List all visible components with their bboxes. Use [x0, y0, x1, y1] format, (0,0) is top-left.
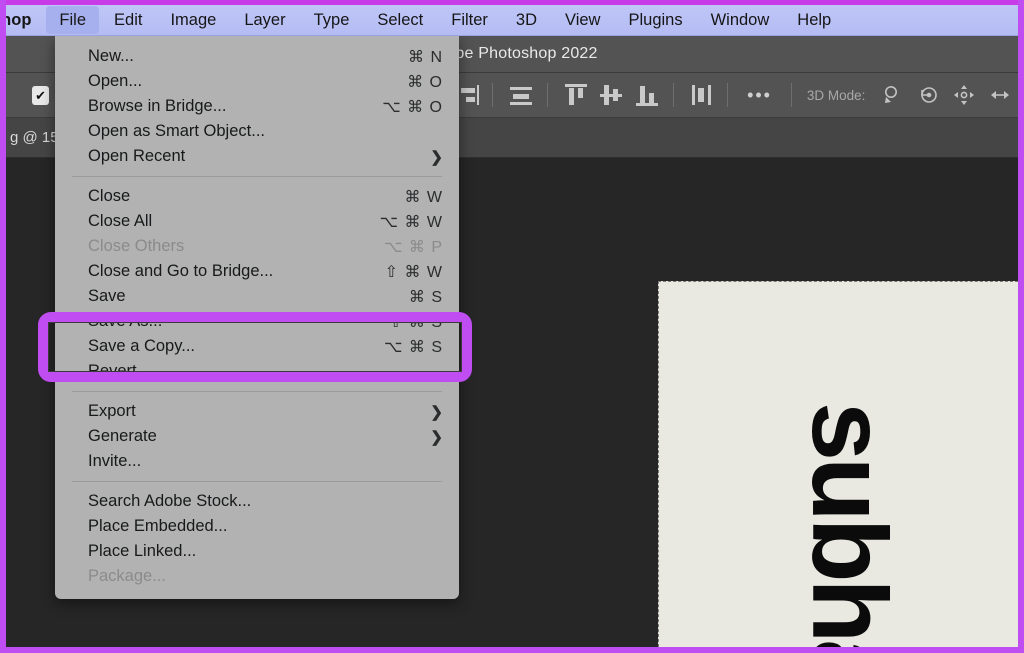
menu-item-label: Save As... [88, 312, 163, 330]
menu-item-label: Open... [88, 72, 143, 90]
menu-item-invite[interactable]: Invite... [55, 449, 459, 474]
menu-separator [72, 481, 442, 482]
menubar-item-type[interactable]: Type [301, 6, 363, 34]
menu-item-export[interactable]: Export ❯ [55, 399, 459, 424]
menu-item-open-as-smart-object[interactable]: Open as Smart Object... [55, 119, 459, 144]
document-tab-label[interactable]: g @ 15 [6, 129, 59, 146]
menu-item-save-a-copy[interactable]: Save a Copy... ⌥ ⌘ S [55, 334, 459, 359]
document-artwork-text: subhal [790, 402, 908, 647]
menu-item-open-recent[interactable]: Open Recent ❯ [55, 144, 459, 169]
menu-item-close[interactable]: Close ⌘ W [55, 184, 459, 209]
3d-rotate-object-icon[interactable] [881, 83, 905, 107]
menu-item-shortcut: ⌥ ⌘ W [379, 213, 443, 231]
options-divider-2 [546, 83, 548, 107]
menu-item-shortcut: ⌘ W [404, 188, 443, 206]
3d-slide-object-icon[interactable] [988, 83, 1012, 107]
menu-item-close-and-go-to-bridge[interactable]: Close and Go to Bridge... ⇧ ⌘ W [55, 259, 459, 284]
menu-item-shortcut: ⇧ ⌘ W [384, 263, 443, 281]
menu-item-label: Open Recent [88, 147, 186, 165]
menu-item-shortcut: ⌘ S [408, 288, 443, 306]
menu-item-place-linked[interactable]: Place Linked... [55, 539, 459, 564]
3d-pan-object-icon[interactable] [953, 83, 977, 107]
distribute-vertically-icon[interactable] [689, 83, 713, 107]
chevron-right-icon: ❯ [430, 148, 443, 166]
menu-item-new[interactable]: New... ⌘ N [55, 44, 459, 69]
menu-item-label: New... [88, 47, 134, 65]
menu-item-label: Close All [88, 212, 153, 230]
menu-item-shortcut: ⇧ ⌘ S [389, 313, 443, 331]
menu-item-label: Place Embedded... [88, 517, 228, 535]
menubar-item-3d[interactable]: 3D [503, 6, 550, 34]
menu-separator [72, 391, 442, 392]
3d-mode-label: 3D Mode: [806, 87, 866, 103]
auto-select-checkbox[interactable]: ✔ [32, 85, 50, 105]
chevron-right-icon: ❯ [430, 428, 443, 446]
menubar-item-photoshop[interactable]: shop [0, 6, 44, 34]
macos-menu-bar: shopFileEditImageLayerTypeSelectFilter3D… [0, 5, 1024, 36]
more-options-icon[interactable]: ••• [747, 86, 772, 104]
menu-item-label: Generate [88, 427, 157, 445]
menu-item-label: Save [88, 287, 126, 305]
menu-item-save-as[interactable]: Save As... ⇧ ⌘ S [55, 309, 459, 334]
menu-item-label: Open as Smart Object... [88, 122, 265, 140]
menubar-item-filter[interactable]: Filter [438, 6, 501, 34]
options-divider-4 [727, 83, 729, 107]
file-dropdown-menu: New... ⌘ N Open... ⌘ O Browse in Bridge... ⌥ … [55, 36, 459, 599]
menu-item-open[interactable]: Open... ⌘ O [55, 69, 459, 94]
menu-item-place-embedded[interactable]: Place Embedded... [55, 514, 459, 539]
menu-item-label: Browse in Bridge... [88, 97, 227, 115]
menu-item-label: Save a Copy... [88, 337, 196, 355]
menu-item-shortcut: ⌘ O [407, 73, 443, 91]
menubar-item-plugins[interactable]: Plugins [615, 6, 695, 34]
menu-item-shortcut: ⌥ ⌘ O [382, 98, 443, 116]
menubar-item-edit[interactable]: Edit [101, 6, 155, 34]
menu-item-search-adobe-stock[interactable]: Search Adobe Stock... [55, 489, 459, 514]
distribute-horizontally-icon[interactable] [508, 83, 533, 107]
menu-item-generate[interactable]: Generate ❯ [55, 424, 459, 449]
menu-item-label: Package... [88, 567, 166, 585]
annotation-frame-top [0, 0, 1024, 5]
menu-item-label: Close [88, 187, 131, 205]
menubar-item-file[interactable]: File [46, 6, 100, 34]
menu-item-label: Place Linked... [88, 542, 197, 560]
menu-item-save[interactable]: Save ⌘ S [55, 284, 459, 309]
menu-item-label: Close and Go to Bridge... [88, 262, 274, 280]
menu-item-shortcut: ⌘ N [408, 48, 443, 66]
align-top-edges-icon[interactable] [563, 83, 587, 107]
menubar-item-view[interactable]: View [552, 6, 613, 34]
menu-item-browse-in-bridge[interactable]: Browse in Bridge... ⌥ ⌘ O [55, 94, 459, 119]
options-divider-3 [672, 83, 674, 107]
menu-item-label: Revert [88, 362, 137, 380]
menubar-item-layer[interactable]: Layer [231, 6, 298, 34]
options-divider-1 [492, 83, 494, 107]
annotation-frame-left [0, 0, 6, 653]
menu-item-close-all[interactable]: Close All ⌥ ⌘ W [55, 209, 459, 234]
menu-item-label: Search Adobe Stock... [88, 492, 252, 510]
menu-item-package: Package... [55, 564, 459, 589]
annotation-frame-bottom [0, 647, 1024, 653]
menu-item-close-others: Close Others ⌥ ⌘ P [55, 234, 459, 259]
menubar-item-select[interactable]: Select [364, 6, 436, 34]
menubar-item-image[interactable]: Image [157, 6, 229, 34]
align-bottom-edges-icon[interactable] [634, 83, 659, 107]
document-canvas[interactable]: subhal [658, 281, 1018, 647]
menubar-item-help[interactable]: Help [784, 6, 844, 34]
menu-separator [72, 176, 442, 177]
align-vertical-centers-icon[interactable] [598, 83, 623, 107]
menu-item-shortcut: ⌥ ⌘ S [384, 338, 443, 356]
menu-item-label: Close Others [88, 237, 185, 255]
menubar-item-window[interactable]: Window [698, 6, 783, 34]
annotation-frame-right [1018, 0, 1024, 653]
menu-item-label: Export [88, 402, 136, 420]
chevron-right-icon: ❯ [430, 403, 443, 421]
3d-roll-object-icon[interactable] [917, 83, 941, 107]
menu-item-label: Invite... [88, 452, 142, 470]
menu-item-revert[interactable]: Revert [55, 359, 459, 384]
options-divider-5 [790, 83, 792, 107]
screenshot-root: Adobe Photoshop 2022 ✔ ••• 3D Mode: g @ … [0, 0, 1024, 653]
menu-item-shortcut: ⌥ ⌘ P [384, 238, 443, 256]
